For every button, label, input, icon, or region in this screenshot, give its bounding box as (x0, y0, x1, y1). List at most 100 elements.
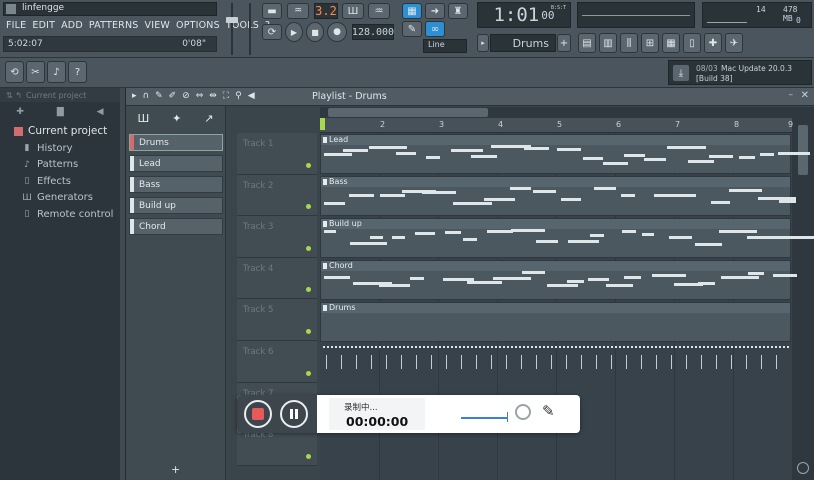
minimize-icon[interactable]: – (789, 90, 794, 100)
pattern-item-build-up[interactable]: Build up (129, 197, 223, 214)
add-icon[interactable]: ✚ (16, 107, 24, 117)
menu-file[interactable]: FILE (3, 18, 29, 33)
menu-add[interactable]: ADD (58, 18, 86, 33)
drum-hit (763, 346, 765, 348)
track-header[interactable]: Track 5 (237, 299, 317, 341)
help-icon[interactable]: ? (68, 61, 87, 83)
track-header[interactable]: Track 6 (237, 340, 317, 383)
pen-icon[interactable]: ✎ (542, 402, 555, 420)
clip-lead[interactable]: Lead (320, 134, 791, 174)
track-header[interactable]: Track 1 (237, 133, 317, 175)
play-button[interactable]: ▶ (285, 22, 303, 42)
playlist-tools-icons[interactable]: ▸∩✎✐⊘⇔⇹⛶⚲◀ (132, 91, 261, 101)
clip-drums[interactable]: Drums (320, 302, 791, 342)
track-header[interactable]: Track 2 (237, 174, 317, 217)
news-panel[interactable]: ⤓ 08/03 Mac Update 20.0.3 [Build 38] (668, 60, 812, 85)
menu-icon[interactable] (6, 4, 16, 14)
stop-button[interactable]: ■ (306, 22, 324, 42)
link-icon[interactable]: ∞ (425, 21, 445, 37)
track-header[interactable]: Track 3 (237, 216, 317, 258)
automation-bar (491, 355, 492, 369)
master-volume-slider[interactable] (225, 3, 239, 55)
undo-icon[interactable]: ⟲ (5, 61, 24, 83)
menu-view[interactable]: VIEW (142, 18, 174, 33)
clip-chord[interactable]: Chord (320, 260, 791, 300)
drum-hit (383, 346, 385, 348)
note (594, 187, 616, 190)
drum-hit (755, 346, 757, 348)
pattern-grid-icon[interactable]: Ш (137, 112, 149, 125)
pattern-wave-icon[interactable]: ✦ (172, 112, 181, 125)
typing-keyboard-icon[interactable]: ▦ (402, 3, 422, 19)
tempo-display[interactable]: 128.000 (352, 24, 394, 40)
close-icon[interactable]: ✕ (801, 90, 809, 101)
menu-patterns[interactable]: PATTERNS (86, 18, 142, 33)
browser-icon[interactable]: ▦ (662, 33, 680, 53)
main-menu: FILE EDIT ADD PATTERNS VIEW OPTIONS TOOL… (3, 18, 270, 33)
loop-icon[interactable]: ⟳ (262, 24, 282, 40)
download-icon[interactable]: ⤓ (672, 64, 690, 82)
timeline-ruler[interactable]: 2 3 4 5 6 7 8 9 (320, 118, 793, 133)
channel-rack-icon[interactable]: ⫼ (620, 33, 638, 53)
menu-edit[interactable]: EDIT (29, 18, 58, 33)
song-time-display[interactable]: 1:01 00 B:S:T (477, 2, 571, 28)
mixer-icon[interactable]: ⊞ (641, 33, 659, 53)
pattern-prev-arrow[interactable]: ▸ (477, 34, 489, 52)
browser-root[interactable]: Current project (0, 122, 120, 140)
menu-options[interactable]: OPTIONS (173, 18, 223, 33)
document-icon[interactable]: ▯ (683, 33, 701, 53)
horizontal-scrollbar[interactable] (320, 107, 792, 118)
drum-hit (571, 346, 573, 348)
clip-build-up[interactable]: Build up (320, 218, 791, 258)
browser-item-remote-control[interactable]: ▯ Remote control (0, 206, 120, 223)
song-pattern-toggle[interactable]: ▬ (262, 3, 282, 19)
pattern-curve-icon[interactable]: ↗ (204, 112, 213, 125)
drum-hit (711, 346, 713, 348)
drum-hit (651, 346, 653, 348)
snap-select[interactable]: Line (423, 39, 467, 53)
add-pattern-icon[interactable]: + (557, 34, 571, 52)
browser-arrows-icon[interactable]: ⇅ ↰ (6, 91, 22, 100)
drum-hit (619, 346, 621, 348)
speaker-icon[interactable]: ◀ (97, 107, 104, 117)
playlist-icon[interactable]: ▤ (578, 33, 596, 53)
automation-bar (611, 355, 612, 369)
drum-hit (767, 346, 769, 348)
browser-item-patterns[interactable]: ♪ Patterns (0, 157, 120, 174)
pattern-item-chord[interactable]: Chord (129, 218, 223, 235)
drum-hit (511, 346, 513, 348)
pattern-selector[interactable]: Drums (490, 34, 556, 52)
pause-button[interactable] (280, 400, 308, 428)
microphone-icon[interactable]: ♪ (47, 61, 66, 83)
browser-item-history[interactable]: ▮ History (0, 140, 120, 157)
drum-hit (399, 346, 401, 348)
note (484, 198, 515, 201)
export-icon[interactable]: ✈ (725, 33, 743, 53)
pattern-item-drums[interactable]: Drums (129, 134, 223, 151)
record-button[interactable]: ● (327, 22, 347, 42)
note (698, 282, 715, 285)
pattern-item-lead[interactable]: Lead (129, 155, 223, 172)
step-edit-button[interactable]: Ш (342, 3, 364, 19)
volume-slider[interactable] (461, 417, 507, 419)
metronome-button[interactable]: ♒ (368, 3, 390, 19)
plugin-icon[interactable]: ✚ (704, 33, 722, 53)
pattern-number[interactable]: 3.2 (314, 3, 338, 19)
browser-item-effects[interactable]: ▯ Effects (0, 173, 120, 190)
browser-item-generators[interactable]: Ш Generators (0, 190, 120, 207)
track-header[interactable]: Track 4 (237, 257, 317, 300)
cut-icon[interactable]: ✂ (26, 61, 45, 83)
playhead-marker[interactable] (320, 118, 325, 130)
add-pattern-button[interactable]: + (171, 463, 180, 476)
master-pitch-slider[interactable] (244, 3, 256, 55)
pattern-item-bass[interactable]: Bass (129, 176, 223, 193)
pencil-tool-icon[interactable]: ✎ (402, 21, 422, 37)
folder-icon[interactable]: ▇ (57, 107, 64, 117)
hat-icon[interactable]: ♜ (448, 3, 468, 19)
piano-roll-icon[interactable]: ▥ (599, 33, 617, 53)
record-mode-button[interactable]: ♒ (287, 3, 309, 19)
stop-record-button[interactable] (244, 400, 272, 428)
vertical-scrollbar[interactable] (792, 107, 814, 480)
webcam-icon[interactable] (515, 404, 531, 420)
arrow-right-icon[interactable]: ➜ (425, 3, 445, 19)
